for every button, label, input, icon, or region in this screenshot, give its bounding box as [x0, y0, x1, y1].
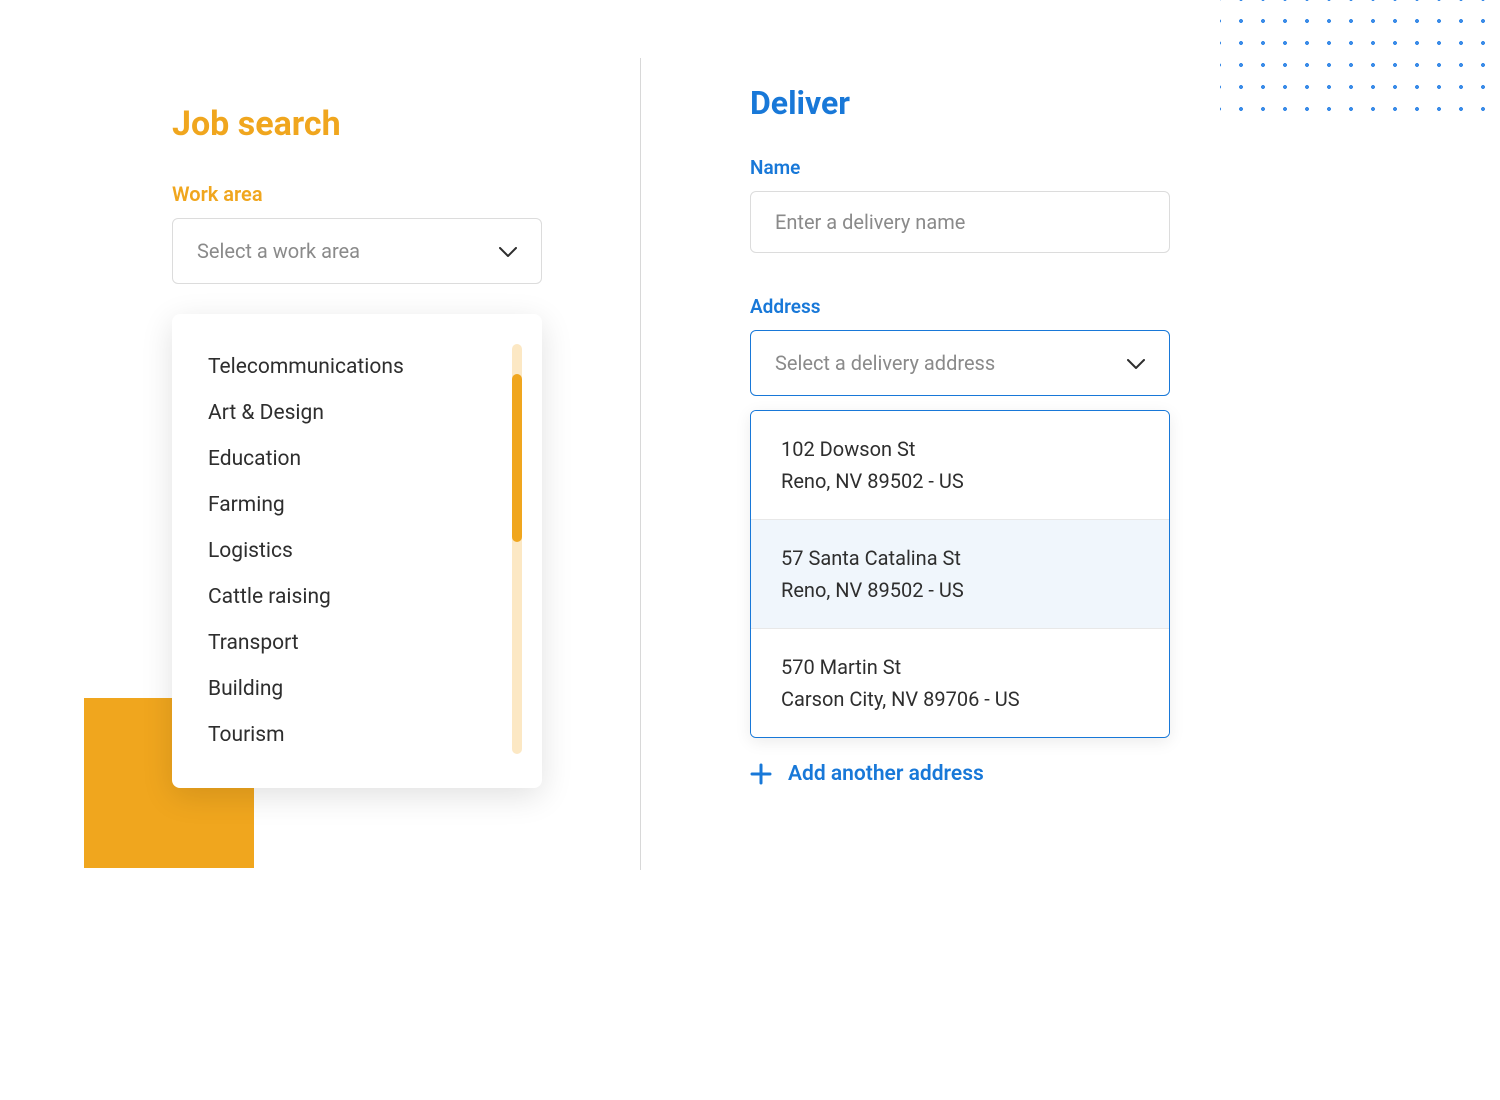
address-placeholder: Select a delivery address	[775, 351, 995, 375]
address-label: Address	[750, 295, 1170, 318]
address-line2: Reno, NV 89502 - US	[781, 465, 1139, 497]
delivery-name-input[interactable]	[750, 191, 1170, 253]
plus-icon	[750, 763, 772, 785]
dropdown-option-farming[interactable]: Farming	[172, 482, 542, 528]
work-area-placeholder: Select a work area	[197, 239, 360, 263]
add-address-button[interactable]: Add another address	[750, 762, 1170, 786]
work-area-dropdown: Telecommunications Art & Design Educatio…	[172, 314, 542, 788]
dropdown-option-cattle-raising[interactable]: Cattle raising	[172, 574, 542, 620]
address-option-2[interactable]: 570 Martin St Carson City, NV 89706 - US	[751, 629, 1169, 737]
dropdown-option-tourism[interactable]: Tourism	[172, 712, 542, 758]
dropdown-option-building[interactable]: Building	[172, 666, 542, 712]
address-option-0[interactable]: 102 Dowson St Reno, NV 89502 - US	[751, 411, 1169, 520]
name-label: Name	[750, 156, 1170, 179]
dropdown-option-telecommunications[interactable]: Telecommunications	[172, 344, 542, 390]
address-select[interactable]: Select a delivery address	[750, 330, 1170, 396]
add-address-label: Add another address	[788, 762, 984, 786]
dots-pattern	[1220, 0, 1500, 120]
address-option-1[interactable]: 57 Santa Catalina St Reno, NV 89502 - US	[751, 520, 1169, 629]
vertical-divider	[640, 58, 641, 870]
work-area-select[interactable]: Select a work area	[172, 218, 542, 284]
address-line1: 57 Santa Catalina St	[781, 542, 1139, 574]
job-search-panel: Job search Work area Select a work area …	[172, 104, 542, 284]
scrollbar-track[interactable]	[512, 344, 522, 754]
address-dropdown: 102 Dowson St Reno, NV 89502 - US 57 San…	[750, 410, 1170, 738]
deliver-title: Deliver	[750, 84, 1170, 122]
work-area-label: Work area	[172, 182, 542, 206]
deliver-panel: Deliver Name Address Select a delivery a…	[750, 84, 1170, 786]
dropdown-option-art-design[interactable]: Art & Design	[172, 390, 542, 436]
job-search-title: Job search	[172, 104, 542, 144]
dropdown-option-transport[interactable]: Transport	[172, 620, 542, 666]
chevron-down-icon	[1127, 354, 1145, 373]
dropdown-option-logistics[interactable]: Logistics	[172, 528, 542, 574]
address-section: Address Select a delivery address 102 Do…	[750, 295, 1170, 786]
address-line2: Reno, NV 89502 - US	[781, 574, 1139, 606]
chevron-down-icon	[499, 242, 517, 261]
address-line2: Carson City, NV 89706 - US	[781, 683, 1139, 715]
address-line1: 570 Martin St	[781, 651, 1139, 683]
scrollbar-thumb[interactable]	[512, 374, 522, 542]
dropdown-option-education[interactable]: Education	[172, 436, 542, 482]
address-line1: 102 Dowson St	[781, 433, 1139, 465]
